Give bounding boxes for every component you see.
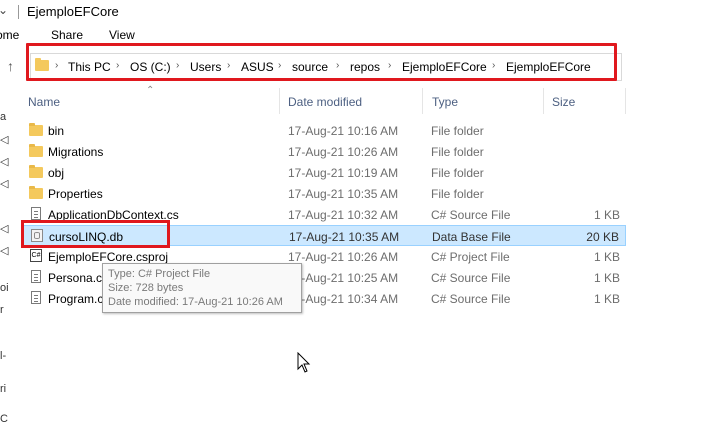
file-date: 17-Aug-21 10:19 AM <box>288 166 399 180</box>
ribbon-tab-share[interactable]: Share <box>51 28 83 42</box>
ribbon-tab-home[interactable]: ome <box>0 28 19 42</box>
file-type: C# Source File <box>431 208 511 222</box>
file-name: bin <box>48 124 65 138</box>
file-name: Program.cs <box>48 292 110 306</box>
column-header-size[interactable]: Size <box>552 95 575 109</box>
nav-pane-fragment: r <box>0 304 4 316</box>
column-divider[interactable] <box>543 88 544 114</box>
file-type: File folder <box>431 166 484 180</box>
file-size: 1 KB <box>593 250 620 264</box>
file-name: Persona.cs <box>48 271 109 285</box>
file-size: 1 KB <box>593 292 620 306</box>
nav-pane-fragment: a <box>0 111 7 123</box>
file-name: obj <box>48 166 65 180</box>
mouse-pointer-icon <box>297 352 311 373</box>
tooltip-type: Type: C# Project File <box>108 268 211 280</box>
nav-expand-arrow-icon[interactable]: ◁ <box>0 155 8 168</box>
folder-icon <box>29 186 43 199</box>
folder-icon <box>29 123 43 136</box>
file-date: 17-Aug-21 10:26 AM <box>288 145 399 159</box>
db-file-highlight-box <box>21 220 170 248</box>
file-date: 17-Aug-21 10:35 AM <box>288 187 399 201</box>
column-header-row: Name Date modified Type Size <box>22 88 626 114</box>
file-name: EjemploEFCore.csproj <box>48 250 169 264</box>
column-header-name[interactable]: Name <box>28 95 60 109</box>
up-arrow-icon[interactable]: ↑ <box>7 58 21 74</box>
folder-icon <box>29 165 43 178</box>
nav-pane-fragment: oi <box>0 282 9 294</box>
cs-file-icon <box>31 270 41 283</box>
cs-file-icon <box>31 207 41 220</box>
file-row[interactable]: bin 17-Aug-21 10:16 AM File folder <box>22 120 626 141</box>
cs-file-icon <box>31 291 41 304</box>
file-type: C# Source File <box>431 292 511 306</box>
file-size: 1 KB <box>593 271 620 285</box>
nav-pane-fragment: ri <box>0 383 7 395</box>
file-info-tooltip: Type: C# Project File Size: 728 bytes Da… <box>102 263 302 313</box>
file-type: File folder <box>431 124 484 138</box>
file-size: 1 KB <box>593 208 620 222</box>
nav-expand-arrow-icon[interactable]: ◁ <box>0 222 8 235</box>
column-divider[interactable] <box>279 88 280 114</box>
file-size: 20 KB <box>586 230 619 244</box>
tooltip-size: Size: 728 bytes <box>108 282 184 294</box>
title-divider <box>18 5 19 19</box>
tooltip-date: Date modified: 17-Aug-21 10:26 AM <box>108 296 283 308</box>
nav-expand-arrow-icon[interactable]: ◁ <box>0 244 8 257</box>
csproj-file-icon: C# <box>30 249 42 262</box>
title-bar: ⌄ EjemploEFCore <box>0 0 703 24</box>
window-title: EjemploEFCore <box>27 4 119 19</box>
nav-expand-arrow-icon[interactable]: ◁ <box>0 177 8 190</box>
address-bar-highlight-box <box>26 43 617 81</box>
file-date: 17-Aug-21 10:16 AM <box>288 124 399 138</box>
file-date: 17-Aug-21 10:34 AM <box>288 292 399 306</box>
column-header-type[interactable]: Type <box>432 95 458 109</box>
column-header-date-modified[interactable]: Date modified <box>288 95 362 109</box>
file-name: Migrations <box>48 145 104 159</box>
file-name: Properties <box>48 187 103 201</box>
file-type: C# Project File <box>431 250 510 264</box>
file-date: 17-Aug-21 10:32 AM <box>288 208 399 222</box>
file-row[interactable]: Properties 17-Aug-21 10:35 AM File folde… <box>22 183 626 204</box>
nav-pane-fragment: l- <box>0 350 7 362</box>
file-date: 17-Aug-21 10:26 AM <box>288 250 399 264</box>
file-type: Data Base File <box>432 230 511 244</box>
file-date: 17-Aug-21 10:25 AM <box>288 271 399 285</box>
ribbon-tab-view[interactable]: View <box>109 28 135 42</box>
column-divider[interactable] <box>422 88 423 114</box>
file-row[interactable]: obj 17-Aug-21 10:19 AM File folder <box>22 162 626 183</box>
file-type: C# Source File <box>431 271 511 285</box>
nav-expand-arrow-icon[interactable]: ◁ <box>0 133 8 146</box>
column-divider[interactable] <box>625 88 626 114</box>
quick-access-chevron-icon[interactable]: ⌄ <box>0 3 8 17</box>
folder-icon <box>29 144 43 157</box>
file-row[interactable]: Migrations 17-Aug-21 10:26 AM File folde… <box>22 141 626 162</box>
file-type: File folder <box>431 187 484 201</box>
file-date: 17-Aug-21 10:35 AM <box>289 230 400 244</box>
file-type: File folder <box>431 145 484 159</box>
nav-pane-fragment: C <box>0 413 8 425</box>
